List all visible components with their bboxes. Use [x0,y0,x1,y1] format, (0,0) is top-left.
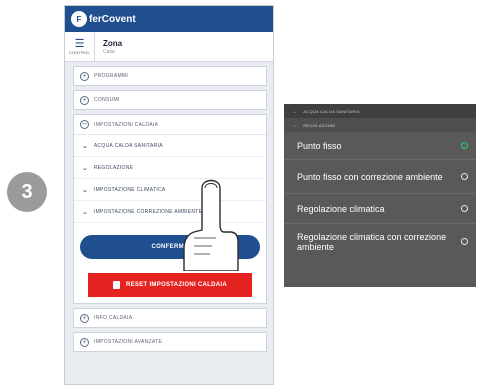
menu-label: INFO CALDAIA [94,315,133,321]
chevron-down-icon: ⌄ [81,164,89,172]
option-label: Punto fisso con correzione ambiente [297,171,443,182]
menu-label: IMPOSTAZIONI AVANZATE [94,339,163,345]
submenu-impostazione-correzione-ambiente[interactable]: ⌄ IMPOSTAZIONE CORREZIONE AMBIENTE [74,201,266,223]
option-label: Regolazione climatica [297,203,385,214]
expand-icon: + [80,313,89,323]
chevron-down-icon: ⌄ [292,122,298,129]
dropdown-header-label: REGOLAZIONE [303,122,336,128]
sliders-icon: ☰ [74,37,85,50]
trash-icon [112,281,120,289]
logo-text: ferCovent [89,13,136,25]
radio-icon[interactable] [461,205,468,212]
menu-consumi[interactable]: + CONSUMI [73,90,267,110]
dropdown-header-label: ACQUA CALDA SANITARIA [303,108,360,114]
submenu-regolazione[interactable]: ⌄ REGOLAZIONE [74,157,266,179]
submenu-label: IMPOSTAZIONE CORREZIONE AMBIENTE [93,208,203,215]
option-label: Punto fisso [297,140,342,151]
menu-programmi[interactable]: + PROGRAMMI [73,66,267,86]
settings-list: + PROGRAMMI + CONSUMI – IMPOSTAZIONI CAL… [65,62,273,352]
zone-icon-caption: CONTROL [69,49,90,55]
radio-icon[interactable] [461,173,468,180]
submenu-acqua-calda-sanitaria[interactable]: ⌄ ACQUA CALDA SANITARIA [74,135,266,157]
radio-icon[interactable] [461,238,468,245]
reset-boiler-settings-button[interactable]: RESET IMPOSTAZIONI CALDAIA [88,273,252,297]
zone-info: Zona Casa [95,39,122,55]
chevron-down-icon: ⌄ [292,108,298,115]
app-header: F ferCovent [65,6,273,32]
submenu-label: REGOLAZIONE [93,164,134,171]
expand-icon: + [80,71,89,81]
app-logo: F ferCovent [71,11,136,27]
menu-info-caldaia[interactable]: + INFO CALDAIA [73,308,267,328]
phone-screen: F ferCovent ☰ CONTROL Zona Casa + PROGRA… [64,5,274,385]
option-regolazione-climatica-correzione-ambiente[interactable]: Regolazione climatica con correzione amb… [284,224,476,259]
step-number-badge: 3 [7,172,47,212]
chevron-down-icon: ⌄ [81,208,89,216]
expand-icon: + [80,337,89,347]
menu-label: IMPOSTAZIONI CALDAIA [94,121,159,128]
chevron-down-icon: ⌄ [81,186,89,194]
chevron-down-icon: ⌄ [81,142,89,150]
collapse-icon: – [80,120,89,129]
dropdown-header-acqua: ⌄ ACQUA CALDA SANITARIA [284,104,476,118]
submenu-label: ACQUA CALDA SANITARIA [93,142,163,149]
dropdown-header-regolazione: ⌄ REGOLAZIONE [284,118,476,132]
expand-icon: + [80,95,89,105]
option-label: Regolazione climatica con correzione amb… [297,231,447,252]
zone-title: Zona [103,38,123,48]
submenu-impostazione-climatica[interactable]: ⌄ IMPOSTAZIONE CLIMATICA [74,179,266,201]
menu-impostazioni-caldaia: – IMPOSTAZIONI CALDAIA ⌄ ACQUA CALDA SAN… [73,114,267,304]
menu-label: PROGRAMMI [94,73,129,79]
zone-bar: ☰ CONTROL Zona Casa [65,31,273,62]
option-regolazione-climatica[interactable]: Regolazione climatica [284,194,476,224]
menu-label: CONSUMI [94,97,120,103]
logo-mark: F [71,11,87,27]
impostazioni-caldaia-header[interactable]: – IMPOSTAZIONI CALDAIA [74,115,266,135]
radio-selected-icon[interactable] [461,142,468,149]
option-punto-fisso[interactable]: Punto fisso [284,132,476,160]
submenu-label: IMPOSTAZIONE CLIMATICA [93,186,166,193]
reset-button-label: RESET IMPOSTAZIONI CALDAIA [125,282,228,288]
option-punto-fisso-correzione-ambiente[interactable]: Punto fisso con correzione ambiente [284,160,476,194]
zone-subtitle: Casa [103,48,115,55]
confirm-button[interactable]: CONFERMA [80,235,260,259]
regolazione-dropdown-panel: ⌄ ACQUA CALDA SANITARIA ⌄ REGOLAZIONE Pu… [284,104,476,287]
menu-impostazioni-avanzate[interactable]: + IMPOSTAZIONI AVANZATE [73,332,267,352]
zone-control-button[interactable]: ☰ CONTROL [65,31,95,62]
